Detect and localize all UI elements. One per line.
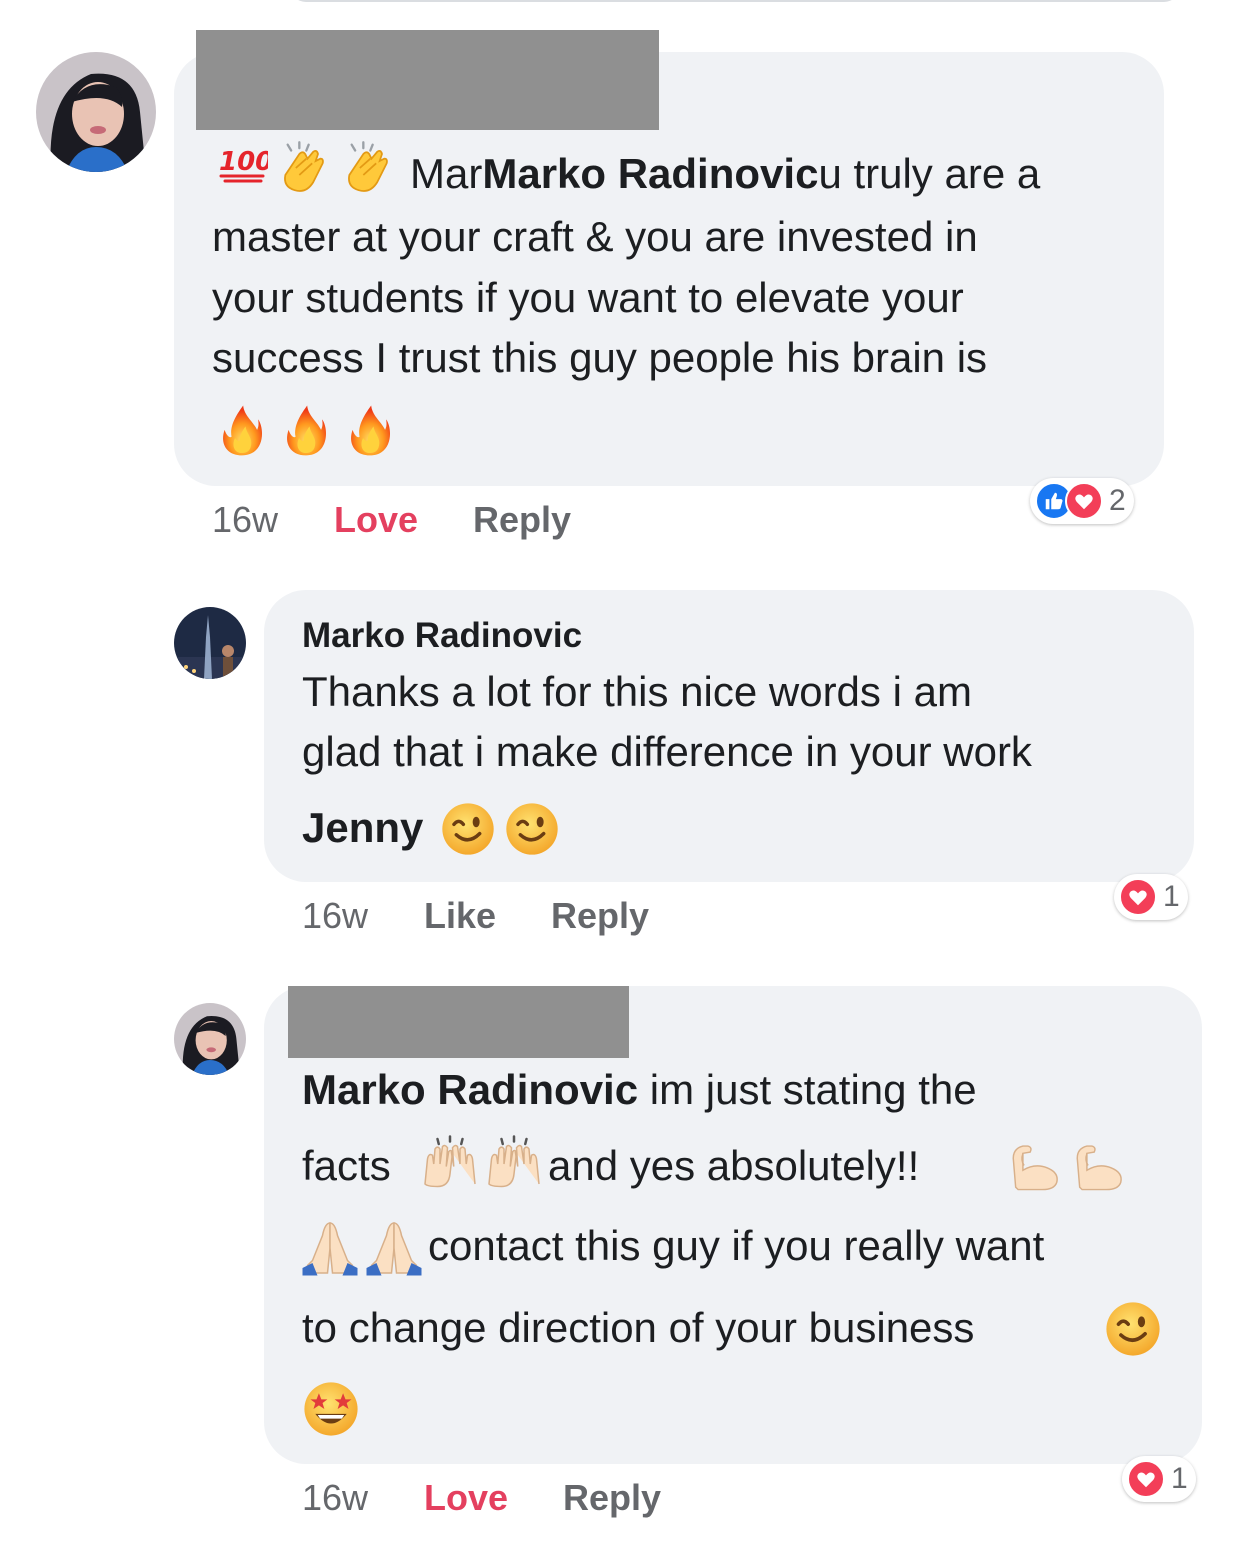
mentioned-name-link[interactable]: Jenny xyxy=(302,804,423,852)
reaction-summary[interactable]: 1 xyxy=(1114,874,1188,920)
flexed-biceps-emoji xyxy=(1006,1134,1064,1192)
comment-text-line: glad that i make difference in your work xyxy=(302,728,1032,775)
reaction-count: 2 xyxy=(1109,484,1126,517)
folded-hands-emoji xyxy=(364,1218,424,1278)
comment-text-line: contact this guy if you really want xyxy=(428,1222,1045,1269)
comment-text-line: and yes absolutely!! xyxy=(548,1142,920,1189)
love-reaction-icon xyxy=(1065,482,1103,520)
reaction-count: 1 xyxy=(1171,1462,1188,1495)
hundred-points-emoji xyxy=(214,140,268,188)
mentioned-name-link[interactable]: Marko Radinovic xyxy=(302,1066,638,1113)
comment-text-line: Thanks a lot for this nice words i am xyxy=(302,668,972,715)
previous-comment-bubble-edge xyxy=(290,0,1180,2)
comment-text-line: master at your craft & you are invested … xyxy=(212,213,978,260)
star-struck-emoji xyxy=(302,1380,360,1438)
reply-button[interactable]: Reply xyxy=(473,499,571,541)
comment-text-line: facts xyxy=(302,1142,391,1189)
love-button[interactable]: Love xyxy=(424,1477,508,1519)
winking-face-emoji xyxy=(504,801,560,857)
comment-timestamp: 16w xyxy=(302,1477,369,1518)
comment-timestamp: 16w xyxy=(302,895,369,936)
comment-text-line: Marko Radinovic im just stating the xyxy=(302,1066,977,1113)
flexed-biceps-emoji xyxy=(1070,1134,1128,1192)
comment-text-line: to change direction of your business xyxy=(302,1304,975,1351)
comment-text-line: your students if you want to elevate you… xyxy=(212,274,964,321)
fire-emoji xyxy=(342,402,398,460)
love-button[interactable]: Love xyxy=(334,499,418,541)
avatar[interactable] xyxy=(174,1003,246,1075)
user-photo-icon xyxy=(174,607,246,679)
raising-hands-emoji xyxy=(484,1134,544,1194)
redacted-author-name xyxy=(196,30,659,130)
clapping-hands-emoji xyxy=(276,140,332,196)
fire-emoji xyxy=(278,402,334,460)
reply-button[interactable]: Reply xyxy=(551,895,649,937)
comment-text-line: MarMarko Radinovicu truly are a xyxy=(410,150,1041,197)
comment-text-line: success I trust this guy people his brai… xyxy=(212,334,988,381)
fire-emoji xyxy=(214,402,270,460)
clapping-hands-emoji xyxy=(340,140,396,196)
winking-face-emoji xyxy=(1104,1300,1162,1358)
folded-hands-emoji xyxy=(300,1218,360,1278)
comment-author-name[interactable]: Marko Radinovic xyxy=(302,616,582,656)
comment-timestamp: 16w xyxy=(212,499,279,540)
reply-button[interactable]: Reply xyxy=(563,1477,661,1519)
raising-hands-emoji xyxy=(420,1134,480,1194)
reaction-summary[interactable]: 2 xyxy=(1030,478,1134,524)
redacted-author-name xyxy=(288,986,629,1058)
mentioned-name-link[interactable]: Marko Radinovic xyxy=(482,150,818,197)
love-reaction-icon xyxy=(1119,878,1157,916)
avatar[interactable] xyxy=(174,607,246,679)
like-button[interactable]: Like xyxy=(424,895,496,937)
reaction-summary[interactable]: 1 xyxy=(1122,1456,1196,1502)
user-photo-icon xyxy=(174,1003,246,1075)
reaction-count: 1 xyxy=(1163,880,1180,913)
love-reaction-icon xyxy=(1127,1460,1165,1498)
user-photo-icon xyxy=(36,52,156,172)
avatar[interactable] xyxy=(36,52,156,172)
winking-face-emoji xyxy=(440,801,496,857)
